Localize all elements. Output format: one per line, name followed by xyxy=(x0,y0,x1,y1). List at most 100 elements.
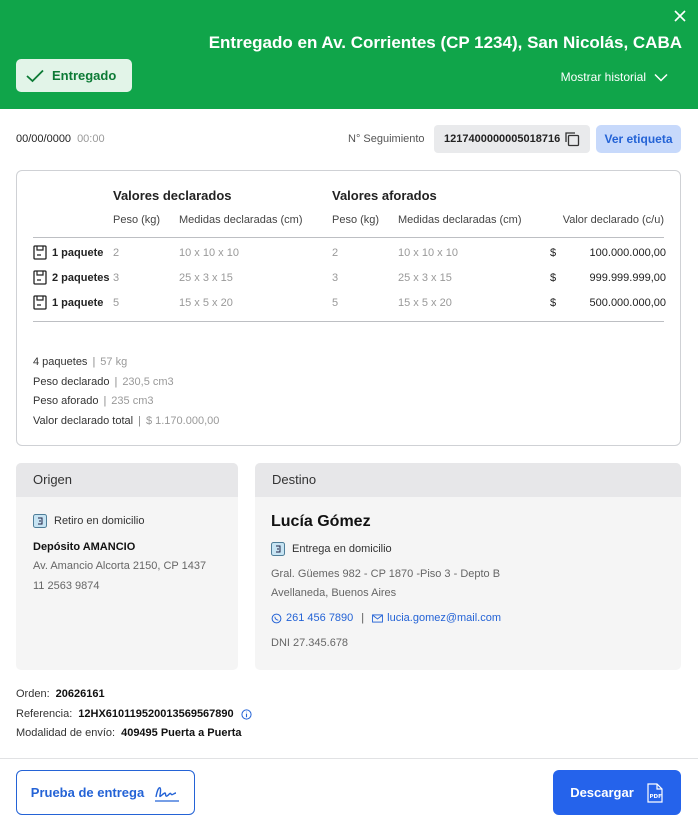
summary-label: Peso aforado xyxy=(33,395,99,407)
currency: $ xyxy=(550,247,557,259)
chevron-down-icon xyxy=(654,73,668,82)
shipping-mode-info: Modalidad de envío: 409495 Puerta a Puert… xyxy=(16,727,242,739)
dimensions: 25 x 3 x 15 xyxy=(179,272,233,284)
currency: $ xyxy=(550,297,557,309)
package-label: 1 paquete xyxy=(33,295,103,310)
destination-type-label: Entrega en domicilio xyxy=(292,543,392,555)
reference-info: Referencia: 12HX610119520013569567890 xyxy=(16,708,252,720)
dimensions-appraised: 25 x 3 x 15 xyxy=(398,272,452,284)
package-label: 2 paquetes xyxy=(33,270,109,285)
destination-title: Destino xyxy=(255,463,681,497)
contact-separator: | xyxy=(361,612,365,624)
destination-contact: 261 456 7890 | lucia.gomez@mail.com xyxy=(271,612,501,624)
origin-name: Depósito AMANCIO xyxy=(33,541,136,553)
check-icon xyxy=(26,69,44,82)
package-icon xyxy=(33,295,47,310)
table-header-divider xyxy=(33,237,664,238)
table-footer-divider xyxy=(33,321,664,322)
tracking-label: N° Seguimiento xyxy=(348,133,425,145)
destination-address-line1: Gral. Güemes 982 - CP 1870 -Piso 3 - Dep… xyxy=(271,568,501,580)
signature-icon xyxy=(155,786,180,802)
summary-packages: 4 paquetes | 57 kg xyxy=(33,356,128,368)
copy-icon[interactable] xyxy=(564,131,580,147)
declared-values-heading: Valores declarados xyxy=(113,188,232,203)
packages-card: Valores declarados Valores aforados Peso… xyxy=(16,170,681,446)
summary-appraised-weight: Peso aforado | 235 cm3 xyxy=(33,395,154,407)
pdf-icon: PDF xyxy=(647,782,663,803)
footer-divider xyxy=(0,758,698,759)
event-time: 00:00 xyxy=(77,133,105,145)
tracking-number: 1217400000005018716 xyxy=(444,133,561,145)
dimensions: 10 x 10 x 10 xyxy=(179,247,239,259)
summary-total-value: Valor declarado total | $ 1.170.000,00 xyxy=(33,415,220,427)
download-button-label: Descargar xyxy=(570,785,634,800)
download-button[interactable]: Descargar PDF xyxy=(553,770,681,815)
info-icon[interactable] xyxy=(241,708,252,720)
order-info: Orden: 20626161 xyxy=(16,688,105,700)
whatsapp-icon xyxy=(271,613,282,623)
header-banner: Entregado en Av. Corrientes (CP 1234), S… xyxy=(0,0,698,109)
reference-value: 12HX610119520013569567890 xyxy=(78,708,234,720)
summary-label: 4 paquetes xyxy=(33,356,88,368)
destination-address-line2: Avellaneda, Buenos Aires xyxy=(271,587,397,599)
reference-label: Referencia: xyxy=(16,708,73,720)
svg-text:PDF: PDF xyxy=(649,794,662,800)
currency: $ xyxy=(550,272,557,284)
origin-title: Origen xyxy=(16,463,238,497)
package-icon xyxy=(33,245,47,260)
dimensions-appraised: 10 x 10 x 10 xyxy=(398,247,458,259)
origin-address: Av. Amancio Alcorta 2150, CP 1437 xyxy=(33,560,207,572)
event-datetime: 00/00/0000 00:00 xyxy=(16,133,105,145)
weight: 2 xyxy=(113,247,120,259)
summary-label: Peso declarado xyxy=(33,376,110,388)
home-delivery-icon xyxy=(271,542,285,556)
mail-icon xyxy=(372,613,384,623)
recipient-dni: DNI 27.345.678 xyxy=(271,637,349,649)
destination-panel: Destino Lucía Gómez Entrega en domicilio… xyxy=(255,463,681,670)
weight-appraised: 5 xyxy=(332,297,339,309)
status-label: Entregado xyxy=(52,68,117,83)
package-count: 1 paquete xyxy=(52,296,104,309)
origin-type-label: Retiro en domicilio xyxy=(54,515,145,527)
summary-declared-weight: Peso declarado | 230,5 cm3 xyxy=(33,376,174,388)
show-history-toggle[interactable]: Mostrar historial xyxy=(561,70,668,84)
phone-link[interactable]: 261 456 7890 xyxy=(286,612,353,624)
close-icon[interactable] xyxy=(670,6,690,26)
package-count: 1 paquete xyxy=(52,246,104,259)
weight: 3 xyxy=(113,272,120,284)
email-link[interactable]: lucia.gomez@mail.com xyxy=(387,612,501,624)
tracking-number-box: 1217400000005018716 xyxy=(434,125,590,153)
declared-value: 500.000.000,00 xyxy=(589,297,666,309)
order-label: Orden: xyxy=(16,688,50,700)
show-history-label: Mostrar historial xyxy=(560,70,646,84)
view-label-button[interactable]: Ver etiqueta xyxy=(596,125,681,153)
dimensions-appraised: 15 x 5 x 20 xyxy=(398,297,452,309)
summary-value: 230,5 cm3 xyxy=(122,376,174,388)
weight-appraised: 3 xyxy=(332,272,339,284)
delivery-title: Entregado en Av. Corrientes (CP 1234), S… xyxy=(208,33,682,52)
home-pickup-icon xyxy=(33,514,47,528)
summary-label: Valor declarado total xyxy=(33,415,134,427)
col-weight-appraised: Peso (kg) xyxy=(332,214,380,226)
package-label: 1 paquete xyxy=(33,245,103,260)
proof-button-label: Prueba de entrega xyxy=(30,785,145,800)
table-row: 1 paquete 2 10 x 10 x 10 2 10 x 10 x 10 … xyxy=(17,244,682,264)
summary-value: $ 1.170.000,00 xyxy=(145,415,220,427)
proof-of-delivery-button[interactable]: Prueba de entrega xyxy=(16,770,195,815)
declared-value: 999.999.999,00 xyxy=(589,272,666,284)
col-dimensions: Medidas declaradas (cm) xyxy=(179,214,303,226)
package-icon xyxy=(33,270,47,285)
dimensions: 15 x 5 x 20 xyxy=(179,297,233,309)
origin-phone: 11 2563 9874 xyxy=(33,580,100,592)
weight-appraised: 2 xyxy=(332,247,339,259)
summary-value: 235 cm3 xyxy=(111,395,154,407)
shipping-value: 409495 Puerta a Puerta xyxy=(121,727,242,739)
table-row: 2 paquetes 3 25 x 3 x 15 3 25 x 3 x 15 $… xyxy=(17,269,682,289)
recipient-name: Lucía Gómez xyxy=(271,513,371,530)
col-declared-value: Valor declarado (c/u) xyxy=(562,214,664,226)
weight: 5 xyxy=(113,297,120,309)
origin-type: Retiro en domicilio xyxy=(33,514,144,528)
origin-panel: Origen Retiro en domicilio Depósito AMAN… xyxy=(16,463,238,670)
destination-type: Entrega en domicilio xyxy=(271,542,392,556)
appraised-values-heading: Valores aforados xyxy=(332,188,437,203)
